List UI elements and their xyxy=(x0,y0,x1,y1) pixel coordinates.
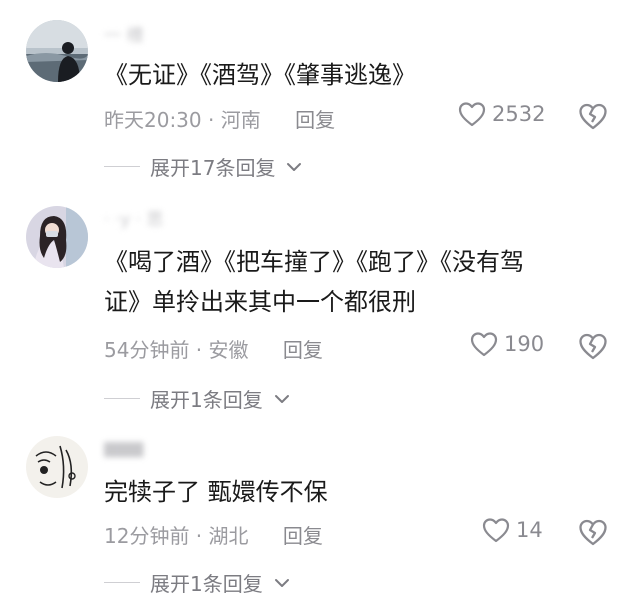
avatar-image xyxy=(26,436,88,498)
like-count: 14 xyxy=(516,518,543,542)
reply-button[interactable]: 回复 xyxy=(283,524,323,548)
comment-item: ▆▆▆ 完犊子了 甄嬛传不保 12分钟前 · 湖北 回复 14 展开1条回复 xyxy=(0,422,640,600)
divider xyxy=(104,582,140,583)
username[interactable]: ▆▆▆ xyxy=(104,438,154,458)
like-button[interactable]: 14 xyxy=(482,517,543,543)
divider xyxy=(104,398,140,399)
divider xyxy=(104,166,140,167)
expand-replies-label: 展开1条回复 xyxy=(150,388,263,412)
comment-text: 完犊子了 甄嬛传不保 xyxy=(104,472,328,512)
chevron-down-icon xyxy=(274,578,289,587)
like-button[interactable]: 190 xyxy=(470,331,544,357)
comment-text-line: 完犊子了 甄嬛传不保 xyxy=(104,478,328,506)
comment-text: 《无证》《酒驾》《肇事逃逸》 xyxy=(104,55,416,95)
comment-meta: 12分钟前 · 湖北 回复 xyxy=(104,520,323,549)
avatar[interactable] xyxy=(26,20,88,82)
chevron-down-icon xyxy=(274,394,289,403)
broken-heart-icon xyxy=(579,103,607,130)
like-count: 190 xyxy=(504,332,545,356)
time-location: 12分钟前 · 湖北 xyxy=(104,524,249,548)
avatar[interactable] xyxy=(26,206,88,268)
time-location: 昨天20:30 · 河南 xyxy=(104,108,261,132)
heart-outline-icon xyxy=(458,102,486,127)
comment-meta: 54分钟前 · 安徽 回复 xyxy=(104,334,323,363)
expand-replies-button[interactable]: 展开1条回复 xyxy=(104,384,291,413)
reply-button[interactable]: 回复 xyxy=(295,108,335,132)
heart-outline-icon xyxy=(470,332,498,357)
dislike-button[interactable] xyxy=(578,102,608,132)
chevron-down-icon xyxy=(287,162,302,171)
comment-text-line: 《无证》《酒驾》《肇事逃逸》 xyxy=(104,61,416,89)
dislike-button[interactable] xyxy=(578,518,608,548)
reply-button[interactable]: 回复 xyxy=(283,338,323,362)
dislike-button[interactable] xyxy=(578,332,608,362)
time-location: 54分钟前 · 安徽 xyxy=(104,338,249,362)
comment-meta: 昨天20:30 · 河南 回复 xyxy=(104,104,335,133)
broken-heart-icon xyxy=(579,333,607,360)
expand-replies-label: 展开1条回复 xyxy=(150,572,263,596)
avatar-image xyxy=(26,206,88,268)
username[interactable]: 一 槽 xyxy=(104,26,164,46)
comment-item: 一 槽 《无证》《酒驾》《肇事逃逸》 昨天20:30 · 河南 回复 2532 … xyxy=(0,0,640,190)
expand-replies-label: 展开17条回复 xyxy=(150,156,276,180)
avatar-image xyxy=(26,20,88,82)
username[interactable]: · ·y · 思 xyxy=(104,210,214,230)
like-count: 2532 xyxy=(492,102,546,126)
broken-heart-icon xyxy=(579,519,607,546)
like-button[interactable]: 2532 xyxy=(458,101,545,127)
expand-replies-button[interactable]: 展开1条回复 xyxy=(104,568,291,597)
avatar[interactable] xyxy=(26,436,88,498)
heart-outline-icon xyxy=(482,518,510,543)
comment-item: · ·y · 思 《喝了酒》《把车撞了》《跑了》《没有驾 证》单拎出来其中一个都… xyxy=(0,190,640,422)
comment-text-line: 《喝了酒》《把车撞了》《跑了》《没有驾 xyxy=(104,248,524,276)
comment-text-line: 证》单拎出来其中一个都很刑 xyxy=(104,288,416,316)
expand-replies-button[interactable]: 展开17条回复 xyxy=(104,152,303,181)
comment-text: 《喝了酒》《把车撞了》《跑了》《没有驾 证》单拎出来其中一个都很刑 xyxy=(104,242,524,322)
